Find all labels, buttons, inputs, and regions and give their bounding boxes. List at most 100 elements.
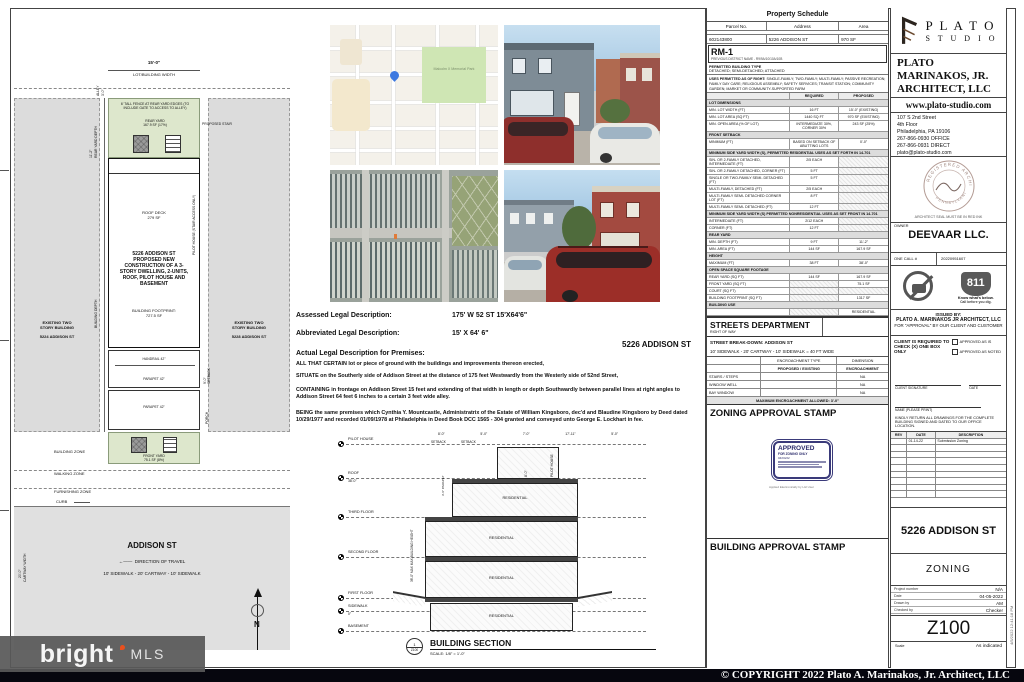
rev-row — [891, 478, 1006, 485]
blank-cell — [707, 93, 790, 99]
aerial-park-paths — [452, 176, 498, 246]
row-label: MAXIMUM (FT) — [707, 260, 790, 266]
legal-p2: SITUATE on the Southerly side of Addison… — [296, 373, 696, 380]
plato-studio-logo-icon — [899, 16, 921, 46]
rev-row — [891, 485, 1006, 492]
photo-wheel — [600, 153, 612, 163]
desc-col: DESCRIPTION — [936, 432, 1006, 438]
project-field-row: Checked by Checker — [891, 607, 1006, 614]
zoning-row: MIN. LOT WIDTH (FT) 16 FT 15'-0" (EXISTI… — [707, 107, 888, 114]
rev-date-cell — [907, 478, 936, 484]
address-value: 5226 ADDISON ST — [767, 35, 839, 43]
logo-line1: P L A T O — [925, 18, 997, 34]
row-label: MULTI-FAMILY SEMI- DETACHED (FT) — [707, 204, 790, 210]
no-dig-icon — [903, 271, 937, 305]
row-label: MULTI-FAMILY SEMI- DETACHED CORNER LOT (… — [707, 193, 790, 203]
row-label: MINIMUM (FT) — [707, 139, 790, 149]
encroachment-label: WINDOW WELL — [707, 381, 761, 388]
row-required: 144 SF — [790, 274, 839, 280]
proposed-stair-label: PROPOSED STAIR — [202, 122, 236, 126]
photo-white-car — [504, 256, 548, 290]
revision-table: REV DATE DESCRIPTION 01-14-22 Submission… — [891, 432, 1006, 508]
rev-rows: 01-14-22 Submission Zoning — [891, 439, 1006, 498]
proposed-building: ROOF DECK 279 SF PILOT HOUSE (STAIR ACCE… — [108, 158, 200, 348]
row-proposed — [839, 225, 888, 231]
rev-row — [891, 458, 1006, 465]
return-note: KINDLY RETURN ALL DRAWINGS FOR THE COMPL… — [891, 414, 1006, 432]
row-required: 12 FT — [790, 225, 839, 231]
zoning-row: BUILDING USE — [707, 302, 888, 309]
rev-date-cell — [907, 465, 936, 471]
field-label: Checked by — [894, 608, 913, 613]
alley-label: ALLEY — [96, 80, 100, 96]
zoning-row: MIN. LOT AREA (SQ FT) 1440 SQ FT 970 SF … — [707, 114, 888, 121]
zoning-row: COURT (SQ FT) — [707, 288, 888, 295]
rev-desc-cell — [936, 452, 1006, 458]
residential-label: RESIDENTIAL — [430, 614, 573, 618]
row-proposed: 75.1 SF — [839, 281, 888, 287]
breakdown-value: 10' SIDEWALK - 20' CARTWAY - 10' SIDEWAL… — [710, 349, 885, 354]
dim-line — [108, 70, 200, 71]
encroachment-sub1: PROPOSED / EXISTING — [761, 365, 837, 372]
legal-p3: CONTAINING in frontage on Addison Street… — [296, 387, 696, 401]
checkbox-approved-as-is[interactable] — [952, 339, 958, 345]
direction-label: DIRECTION OF TRAVEL — [135, 559, 186, 564]
photo-tree — [562, 206, 596, 250]
photo-window — [526, 213, 535, 224]
field-label: Project number — [894, 587, 918, 592]
actual-label: Actual Legal Description for Premises: — [296, 350, 425, 357]
district-box: RM-1 PREVIOUS DISTRICT NAME - R9/9A/10/1… — [708, 45, 887, 63]
photo-window — [626, 68, 636, 81]
zoning-row: HEIGHT — [707, 253, 888, 260]
margin-tick — [0, 340, 9, 341]
zoning-rows: LOT DIMENSIONS MIN. LOT WIDTH (FT) 16 FT… — [707, 100, 888, 316]
zoning-row: LOT DIMENSIONS — [707, 100, 888, 107]
encroachment-label: STAIRS / STEPS — [707, 373, 761, 380]
client-signature-field[interactable]: CLIENT SIGNATURE — [895, 378, 961, 398]
checkbox2-label: APPROVED AS NOTED — [960, 350, 1001, 354]
name-row[interactable]: NAME (PLEASE PRINT) — [891, 398, 1006, 414]
row-label — [707, 309, 790, 315]
encroachment-col2: DIMENSION — [837, 357, 888, 364]
zone-walking: WALKING ZONE — [54, 472, 85, 477]
photo-window — [626, 202, 640, 218]
one-call-label: ONE CALL # — [891, 253, 937, 265]
rev-date-cell — [907, 485, 936, 491]
zoning-row: CORNER (FT) 12 FT — [707, 225, 888, 232]
row-label: MIN. LOT WIDTH (FT) — [707, 107, 790, 113]
row-proposed — [839, 186, 888, 192]
row-required: 5 FT — [790, 175, 839, 185]
project-title: 5226 ADDISON ST — [891, 508, 1006, 554]
footprint-text: BUILDING FOOTPRINT: 727.5 SF — [111, 309, 197, 319]
field-label: Date — [894, 594, 902, 599]
neighbor-right-label: EXISTING TWO STORY BUILDING 5228 ADDISON… — [209, 321, 289, 340]
row-label: OPEN SPACE SQUARE FOOTAGE — [707, 267, 888, 273]
section-title: BUILDING SECTION — [430, 638, 511, 648]
map-building-area — [340, 39, 362, 65]
aerial-block — [330, 242, 440, 298]
front-stair — [163, 437, 177, 453]
date-field[interactable]: DATE — [969, 378, 1001, 398]
curb-leader — [74, 502, 90, 503]
proposed-header: PROPOSED — [839, 93, 888, 99]
datum-icon — [338, 475, 344, 481]
rev-desc-cell — [936, 485, 1006, 491]
datum-icon — [338, 595, 344, 601]
parapet-label-2: PARAPET 42" — [109, 405, 199, 409]
building-depth-label: BUILDING DEPTH — [94, 208, 98, 328]
photo-red-van — [504, 117, 574, 163]
max-height-note: 38'-0" MAX MAX BUILDING HEIGHT — [410, 492, 414, 582]
aerial-block — [330, 174, 440, 228]
encroachment-dim: NA — [837, 373, 888, 380]
photo-car-windows — [508, 260, 542, 270]
architect-seal: REGISTERED ARCHITECT PENNSYLVANIA — [891, 157, 1006, 215]
check-option-2: APPROVED AS NOTED — [952, 349, 1003, 355]
streets-dept-box: STREETS DEPARTMENT RIGHT OF WAY — [707, 316, 888, 337]
rev-desc-cell: Submission Zoning — [936, 439, 1006, 445]
checkbox-approved-as-noted[interactable] — [952, 349, 958, 355]
porch-bay: PARAPET 42" — [108, 390, 200, 430]
building-stamp-area: BUILDING APPROVAL STAMP — [707, 539, 888, 556]
rev-row — [891, 465, 1006, 472]
parcel-value: 602143800 — [707, 35, 767, 43]
zoning-row: MIN. OPEN AREA (% OF LOT) INTERMEDIATE 3… — [707, 121, 888, 132]
